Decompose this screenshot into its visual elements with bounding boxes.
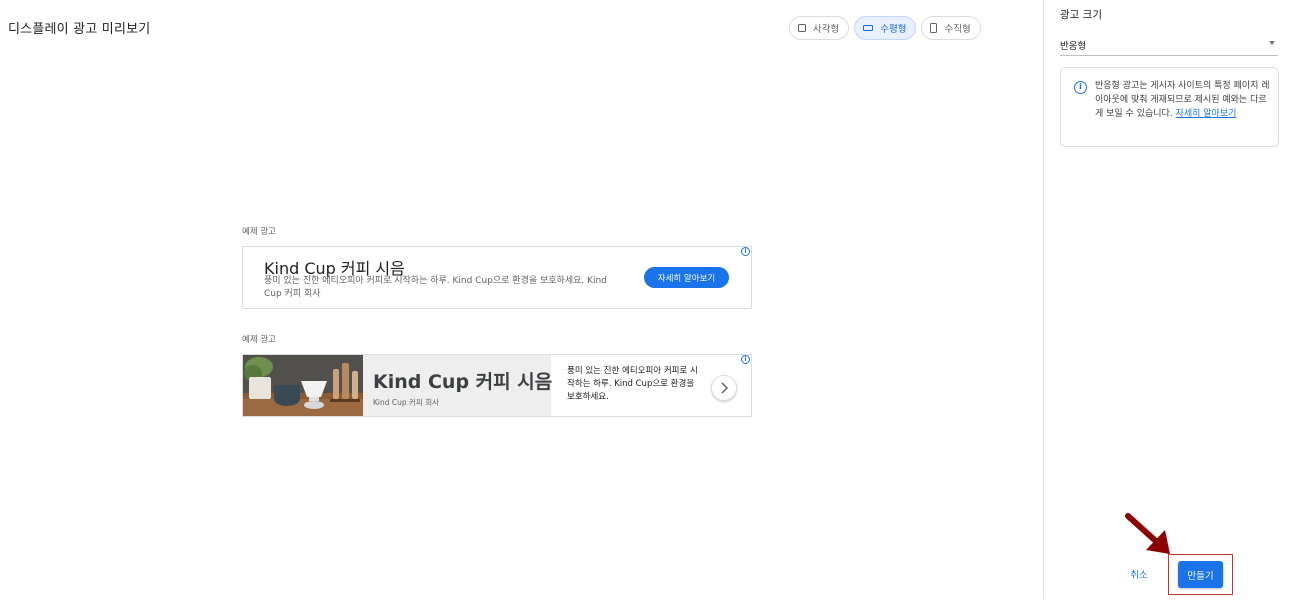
chevron-right-icon[interactable]: [711, 375, 737, 401]
ad-business-name: Kind Cup 커피 회사: [373, 398, 440, 407]
info-icon[interactable]: i: [741, 247, 750, 256]
orientation-toggle: 사각형 수평형 수직형: [789, 16, 981, 40]
pointer-arrow-icon: [1125, 513, 1170, 554]
coffee-image: [243, 355, 363, 416]
vertical-rect-icon: [930, 23, 938, 33]
square-icon: [798, 24, 806, 32]
ad-size-select[interactable]: 반응형: [1060, 30, 1278, 56]
notice-text-block: 반응형 광고는 게시자 사이트의 특정 페이지 레이아웃에 맞춰 게재되므로 제…: [1095, 79, 1271, 121]
orientation-label: 수평형: [880, 24, 907, 35]
info-icon: i: [1074, 81, 1087, 94]
orientation-label: 사각형: [813, 24, 840, 35]
preview-area: 디스플레이 광고 미리보기 사각형 수평형 수직형 예제 광고 Kind Cup…: [0, 0, 1043, 610]
ad-description: 풍미 있는 진한 에티오피아 커피로 시작하는 하루. Kind Cup으로 환…: [264, 276, 607, 299]
page-title: 디스플레이 광고 미리보기: [8, 22, 151, 37]
learn-more-button[interactable]: 자세히 알아보기: [644, 267, 729, 288]
learn-more-link[interactable]: 자세히 알아보기: [1176, 109, 1237, 119]
ad-label: 예제 광고: [242, 227, 276, 237]
ad-description: 풍미 있는 진한 에티오피아 커피로 시작하는 하루. Kind Cup으로 환…: [567, 366, 698, 402]
image-ad-title-block: Kind Cup 커피 시음 Kind Cup 커피 회사: [363, 355, 553, 416]
text-ad-preview[interactable]: Kind Cup 커피 시음 풍미 있는 진한 에티오피아 커피로 시작하는 하…: [242, 246, 752, 309]
orientation-label: 수직형: [944, 24, 971, 35]
create-button[interactable]: 만들기: [1178, 561, 1223, 588]
orientation-vertical-button[interactable]: 수직형: [921, 16, 981, 40]
ad-size-value: 반응형: [1060, 41, 1087, 52]
image-ad-preview[interactable]: Kind Cup 커피 시음 Kind Cup 커피 회사 풍미 있는 진한 에…: [242, 354, 752, 417]
ad-headline: Kind Cup 커피 시음: [373, 371, 553, 393]
responsive-notice: i 반응형 광고는 게시자 사이트의 특정 페이지 레이아웃에 맞춰 게재되므로…: [1060, 67, 1279, 147]
orientation-square-button[interactable]: 사각형: [789, 16, 850, 40]
orientation-horizontal-button[interactable]: 수평형: [854, 16, 917, 40]
info-icon[interactable]: i: [741, 355, 750, 364]
ad-size-label: 광고 크기: [1060, 9, 1102, 21]
ad-label: 예제 광고: [242, 335, 276, 345]
dropdown-arrow-icon: [1269, 41, 1275, 45]
cancel-button[interactable]: 취소: [1125, 564, 1153, 584]
horizontal-rect-icon: [863, 25, 874, 31]
